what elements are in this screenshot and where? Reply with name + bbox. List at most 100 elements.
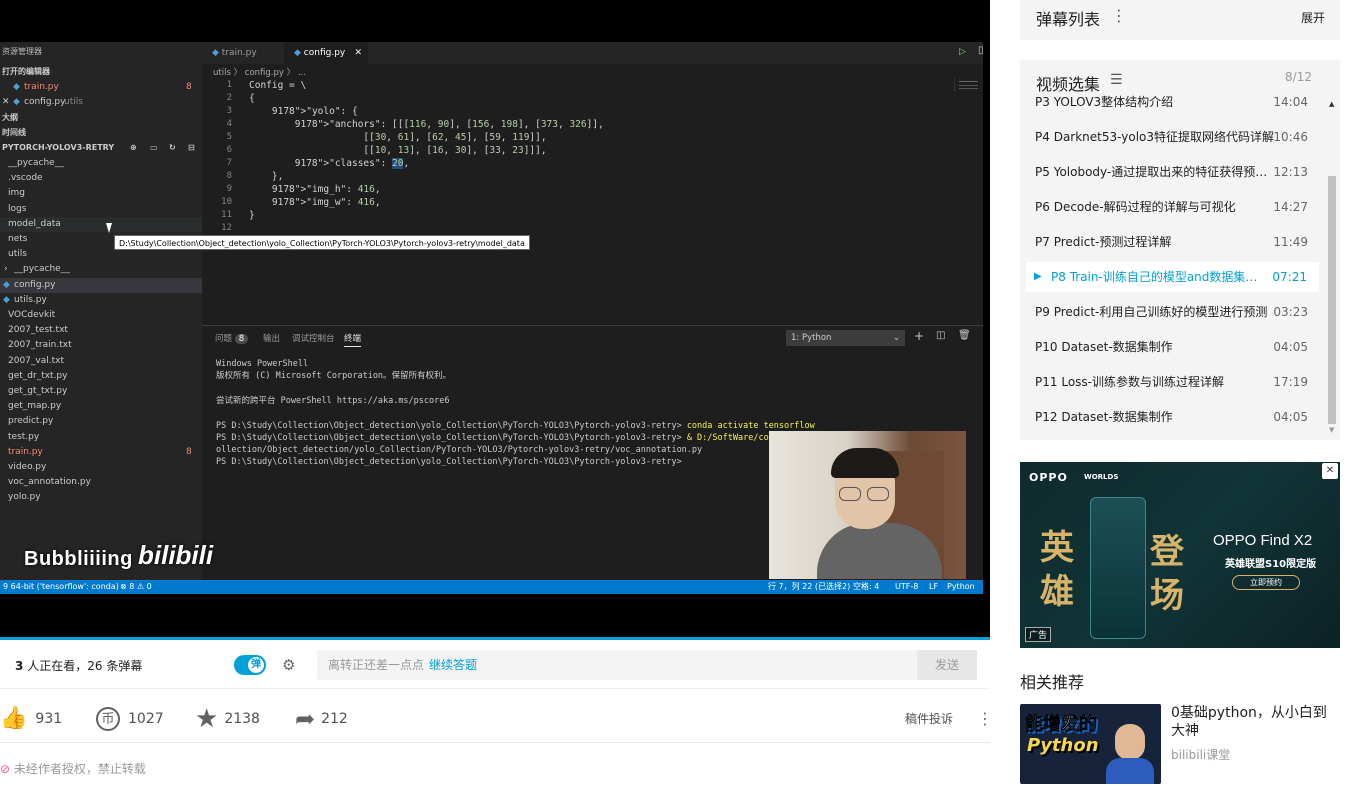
- collapse-icon[interactable]: ⊟: [188, 140, 195, 155]
- episode-title: Predict-利用自己训练好的模型进行预测: [1053, 305, 1268, 319]
- trash-icon[interactable]: 🗑: [958, 330, 971, 341]
- tab-problems[interactable]: 问题 8: [215, 332, 249, 344]
- minimap[interactable]: [954, 78, 982, 92]
- file-tree-item[interactable]: get_dr_txt.py: [0, 369, 202, 384]
- open-file-train[interactable]: ◆ train.py 8: [0, 80, 202, 95]
- status-problems[interactable]: ⊗ 8 ⚠ 0: [120, 580, 152, 594]
- ad-close-icon[interactable]: ✕: [1322, 463, 1338, 479]
- episode-number: P4: [1035, 130, 1050, 144]
- close-icon[interactable]: ✕: [354, 42, 362, 64]
- file-tree-item[interactable]: 2007_val.txt: [0, 354, 202, 369]
- related-video-title[interactable]: 0基础python，从小白到大神: [1171, 704, 1340, 740]
- file-tree-item[interactable]: test.py: [0, 430, 202, 445]
- more-icon[interactable]: ⋮: [1111, 6, 1127, 25]
- episode-item[interactable]: P9 Predict-利用自己训练好的模型进行预测 03:23: [1020, 297, 1320, 327]
- video-actions: 👍 931 币 1027 ★ 2138 ➦ 212 稿件投诉 ⋮: [0, 695, 993, 743]
- file-tree-item[interactable]: › __pycache__: [0, 262, 202, 277]
- file-tree-item[interactable]: VOCdevkit: [0, 308, 202, 323]
- file-tree-item[interactable]: ◆ config.py: [0, 277, 202, 293]
- related-video[interactable]: 能增发的 Python 0基础python，从小白到大神 bilibili课堂: [1020, 704, 1340, 784]
- ad-banner[interactable]: OPPO WORLDS 英 雄 登 场 OPPO Find X2 英雄联盟S10…: [1020, 462, 1340, 648]
- more-icon[interactable]: ⋮: [977, 695, 993, 743]
- danmaku-settings-icon[interactable]: ⚙: [282, 656, 302, 674]
- episode-item[interactable]: P6 Decode-解码过程的详解与可视化 14:27: [1020, 192, 1320, 222]
- continue-quiz-link[interactable]: 继续答题: [429, 650, 477, 680]
- episode-item[interactable]: P12 Dataset-数据集制作 04:05: [1020, 402, 1320, 432]
- tab-debug-console[interactable]: 调试控制台: [292, 332, 335, 344]
- file-tree-item[interactable]: 2007_test.txt: [0, 323, 202, 338]
- new-file-icon[interactable]: ⊕: [130, 140, 137, 155]
- episode-item[interactable]: P5 Yolobody-通过提取出来的特征获得预测结果 12:13: [1020, 157, 1320, 187]
- project-name: PYTORCH-YOLOV3-RETRY: [2, 143, 115, 152]
- open-file-label: config.py: [24, 97, 66, 107]
- episode-item[interactable]: P11 Loss-训练参数与训练过程详解 17:19: [1020, 367, 1320, 397]
- open-file-config[interactable]: ✕ ◆ config.py utils: [0, 95, 202, 110]
- share-button[interactable]: ➦ 212: [295, 695, 348, 743]
- like-button[interactable]: 👍 931: [0, 695, 62, 743]
- progress-bar[interactable]: [0, 637, 990, 640]
- terminal-line: PS D:\Study\Collection\Object_detection\…: [216, 420, 815, 431]
- project-header[interactable]: PYTORCH-YOLOV3-RETRY ⊕ ▭ ↻ ⊟: [2, 140, 204, 155]
- report-link[interactable]: 稿件投诉: [905, 695, 953, 743]
- file-tree-label: yolo.py: [8, 492, 41, 503]
- playlist-scrollbar[interactable]: ▲ ▼: [1327, 100, 1337, 435]
- file-tree-item[interactable]: logs: [0, 202, 202, 217]
- terminal-select-value: 1: Python: [791, 333, 832, 343]
- timeline-header[interactable]: 时间线: [2, 125, 204, 140]
- file-tree-item[interactable]: train.py 8: [0, 445, 202, 460]
- close-icon[interactable]: ✕: [2, 95, 10, 110]
- indent-setting[interactable]: 空格: 4: [853, 580, 879, 594]
- file-tree-item[interactable]: video.py: [0, 460, 202, 475]
- language-mode[interactable]: Python: [947, 580, 975, 594]
- file-tree-item[interactable]: ◆ utils.py: [0, 293, 202, 308]
- new-folder-icon[interactable]: ▭: [150, 140, 158, 155]
- split-terminal-icon[interactable]: ◫: [936, 330, 945, 341]
- file-tree-item[interactable]: img: [0, 186, 202, 201]
- tab-train[interactable]: ◆ train.py: [202, 42, 284, 64]
- file-tree-item[interactable]: predict.py: [0, 414, 202, 429]
- danmaku-toggle[interactable]: 弹: [234, 655, 266, 675]
- related-thumbnail[interactable]: 能增发的 Python: [1020, 704, 1161, 784]
- file-tree-item[interactable]: model_data: [0, 216, 202, 232]
- outline-header[interactable]: 大纲: [2, 110, 204, 125]
- episode-item[interactable]: P3 YOLOV3整体结构介绍 14:04: [1020, 87, 1320, 117]
- encoding[interactable]: UTF-8: [895, 580, 918, 594]
- split-editor-icon[interactable]: ▯: [978, 45, 983, 56]
- line-number: 11: [221, 210, 232, 220]
- tab-terminal[interactable]: 终端: [344, 332, 362, 347]
- coin-button[interactable]: 币 1027: [96, 695, 164, 743]
- add-icon[interactable]: +: [914, 329, 924, 343]
- file-tree-item[interactable]: __pycache__: [0, 156, 202, 171]
- open-editors-header[interactable]: 打开的编辑器: [2, 64, 204, 79]
- expand-button[interactable]: 展开: [1301, 9, 1325, 26]
- file-tree-item[interactable]: .vscode: [0, 171, 202, 186]
- episode-item[interactable]: P10 Dataset-数据集制作 04:05: [1020, 332, 1320, 362]
- refresh-icon[interactable]: ↻: [169, 140, 176, 155]
- file-tree-item[interactable]: 2007_train.txt: [0, 338, 202, 353]
- code-text: Config = \: [249, 80, 307, 91]
- terminal-select[interactable]: 1: Python ⌄: [786, 330, 905, 346]
- code-area[interactable]: 1 Config = \ 2 {3 9178">"yolo": {4 9178">"a…: [202, 79, 983, 325]
- file-tree-item[interactable]: get_gt_txt.py: [0, 384, 202, 399]
- episode-item[interactable]: P4 Darknet53-yolo3特征提取网络代码详解 10:46: [1020, 122, 1320, 152]
- tab-config[interactable]: ◆ config.py ✕: [284, 42, 368, 64]
- cursor-position[interactable]: 行 7，列 22 (已选择2): [768, 580, 850, 594]
- line-ending[interactable]: LF: [929, 580, 938, 594]
- run-icon[interactable]: ▷: [959, 47, 966, 57]
- danmaku-input[interactable]: 离转正还差一点点 继续答题 发送: [317, 650, 977, 680]
- file-tree-item[interactable]: voc_annotation.py: [0, 475, 202, 490]
- breadcrumb[interactable]: utils 〉 config.py 〉 ...: [213, 66, 306, 78]
- video-player[interactable]: 资源管理器 打开的编辑器 ◆ train.py 8 ✕ ◆ config.py …: [0, 0, 990, 640]
- ad-cta-button[interactable]: 立即预约: [1232, 575, 1300, 590]
- favorite-button[interactable]: ★ 2138: [195, 695, 260, 743]
- tab-output[interactable]: 输出: [263, 332, 280, 344]
- episode-item[interactable]: P7 Predict-预测过程详解 11:49: [1020, 227, 1320, 257]
- related-video-author[interactable]: bilibili课堂: [1171, 746, 1230, 763]
- python-interpreter[interactable]: 9 64-bit ('tensorflow': conda): [3, 580, 119, 594]
- episode-item[interactable]: ▶ P8 Train-训练自己的模型and数据集格式 07:21: [1026, 262, 1319, 292]
- file-tree-item[interactable]: get_map.py: [0, 399, 202, 414]
- file-tree-item[interactable]: yolo.py: [0, 490, 202, 505]
- send-button[interactable]: 发送: [917, 650, 977, 680]
- episode-duration: 17:19: [1273, 375, 1308, 389]
- danmaku-list-header[interactable]: 弹幕列表 ⋮ 展开: [1020, 0, 1340, 40]
